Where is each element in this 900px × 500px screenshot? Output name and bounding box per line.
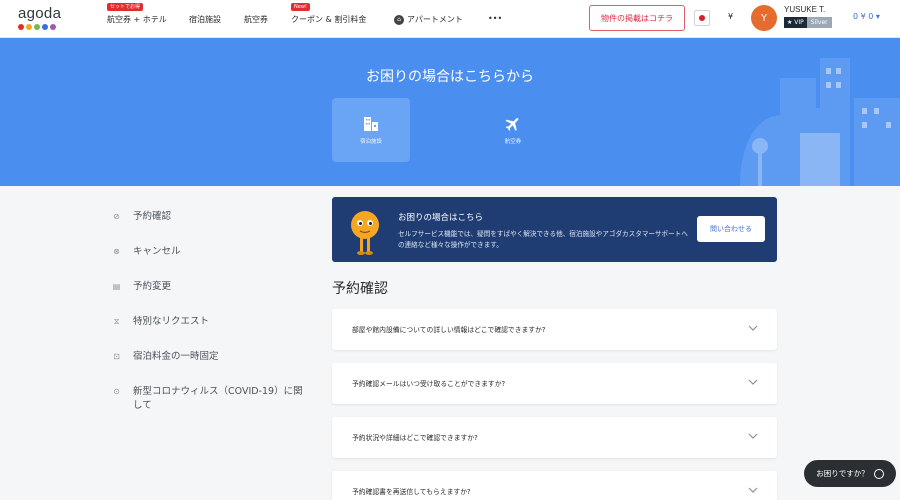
points-balance[interactable]: 0 ¥ 0 ▾ xyxy=(853,12,880,21)
lock-icon: ⊡ xyxy=(113,352,120,361)
sidebar-item-label: 特別なリクエスト xyxy=(133,316,210,327)
sidebar-item-booking-change[interactable]: ▤ 予約変更 xyxy=(110,280,310,294)
user-avatar[interactable]: Y xyxy=(751,5,777,31)
logo-text: agoda xyxy=(18,5,62,22)
sidebar-item-label: 宿泊料金の一時固定 xyxy=(133,351,219,362)
nav-coupons[interactable]: クーポン & 割引料金 xyxy=(291,14,366,25)
request-icon: ⧖ xyxy=(113,317,120,326)
nav-accommodation[interactable]: 宿泊施設 xyxy=(189,14,221,25)
faq-item[interactable]: 部屋や館内設備についての詳しい情報はどこで確認できますか? xyxy=(332,309,777,350)
sidebar-item-cancellation[interactable]: ⊗ キャンセル xyxy=(110,245,310,259)
chevron-down-icon xyxy=(748,379,758,385)
sidebar-item-covid[interactable]: ⊙ 新型コロナウィルス（COVID-19）に関して xyxy=(110,385,310,413)
cityscape-illustration xyxy=(740,58,900,186)
tier-label: Silver xyxy=(806,17,832,28)
faq-question: 予約状況や詳細はどこで確認できますか? xyxy=(352,434,478,442)
vip-status-badge: ★ VIP Silver xyxy=(784,17,832,28)
logo-dot xyxy=(50,24,56,30)
chevron-down-icon xyxy=(748,325,758,331)
nav-apartments[interactable]: ⌂ アパートメント xyxy=(394,14,463,25)
agoda-logo[interactable]: agoda xyxy=(18,5,68,33)
building-icon xyxy=(364,117,378,131)
covid-icon: ⊙ xyxy=(113,387,120,396)
sidebar-item-label: 予約確認 xyxy=(133,211,172,222)
tab-accommodation[interactable]: 宿泊施設 xyxy=(332,98,410,162)
sidebar-item-price-lock[interactable]: ⊡ 宿泊料金の一時固定 xyxy=(110,350,310,364)
help-topics-sidebar: ⊘ 予約確認 ⊗ キャンセル ▤ 予約変更 ⧖ 特別なリクエスト ⊡ 宿泊料金の… xyxy=(110,210,310,434)
apartment-icon: ⌂ xyxy=(394,14,404,25)
help-hero-banner: お困りの場合はこちらから 宿泊施設 航空券 xyxy=(0,38,900,186)
check-circle-icon: ⊘ xyxy=(113,212,120,221)
faq-question: 予約確認書を再送信してもらえますか? xyxy=(352,488,471,496)
chat-help-label: お困りですか？ xyxy=(816,469,869,478)
nav-more[interactable]: ••• xyxy=(488,14,502,23)
help-card-description: セルフサービス機能では、疑問をすばやく解決できる他、宿泊施設やアゴダカスタマーサ… xyxy=(398,230,688,249)
faq-item[interactable]: 予約確認書を再送信してもらえますか? xyxy=(332,471,777,500)
tab-flights-label: 航空券 xyxy=(504,139,522,145)
logo-dot xyxy=(18,24,24,30)
faq-item[interactable]: 予約確認メールはいつ受け取ることができますか? xyxy=(332,363,777,404)
new-badge: New! xyxy=(291,3,310,11)
chat-bubble-icon xyxy=(873,468,884,479)
faq-question: 予約確認メールはいつ受け取ることができますか? xyxy=(352,380,506,388)
self-service-help-card: お困りの場合はこちら セルフサービス機能では、疑問をすばやく解決できる他、宿泊施… xyxy=(332,197,777,262)
tab-flights[interactable]: 航空券 xyxy=(474,98,552,162)
user-name[interactable]: YUSUKE T. xyxy=(784,5,825,14)
mascot-illustration xyxy=(351,211,379,255)
sidebar-item-label: 予約変更 xyxy=(133,281,172,292)
document-icon: ▤ xyxy=(112,282,121,291)
logo-dot xyxy=(26,24,32,30)
hero-title: お困りの場合はこちらから xyxy=(366,69,534,85)
top-navigation-bar: agoda セットでお得 航空券 + ホテル 宿泊施設 航空券 New! クーポ… xyxy=(0,0,900,38)
nav-flights[interactable]: 航空券 xyxy=(244,14,268,25)
logo-dots xyxy=(18,24,68,30)
list-property-button[interactable]: 物件の掲載はコチラ xyxy=(589,5,685,31)
sidebar-item-special-requests[interactable]: ⧖ 特別なリクエスト xyxy=(110,315,310,329)
logo-dot xyxy=(42,24,48,30)
currency-selector[interactable]: ¥ xyxy=(728,12,733,21)
sidebar-item-booking-confirmation[interactable]: ⊘ 予約確認 xyxy=(110,210,310,224)
logo-dot xyxy=(34,24,40,30)
sidebar-item-label: キャンセル xyxy=(133,246,181,257)
language-flag-icon[interactable] xyxy=(694,10,710,26)
tab-accommodation-label: 宿泊施設 xyxy=(359,139,382,145)
faq-question: 部屋や館内設備についての詳しい情報はどこで確認できますか? xyxy=(352,326,546,334)
airplane-icon xyxy=(505,118,519,131)
nav-flight-hotel[interactable]: 航空券 + ホテル xyxy=(107,14,167,25)
sidebar-item-label: 新型コロナウィルス（COVID-19）に関して xyxy=(133,386,303,411)
help-card-title: お困りの場合はこちら xyxy=(398,213,484,223)
bundle-deal-badge: セットでお得 xyxy=(107,3,144,11)
contact-us-button[interactable]: 問い合わせる xyxy=(697,216,765,242)
section-heading: 予約確認 xyxy=(332,281,388,297)
nav-apartments-label: アパートメント xyxy=(407,15,463,24)
vip-label: ★ VIP xyxy=(784,17,807,28)
faq-item[interactable]: 予約状況や詳細はどこで確認できますか? xyxy=(332,417,777,458)
chat-help-button[interactable]: お困りですか？ xyxy=(804,460,896,487)
cancel-icon: ⊗ xyxy=(113,247,120,256)
chevron-down-icon xyxy=(748,487,758,493)
chevron-down-icon xyxy=(748,433,758,439)
